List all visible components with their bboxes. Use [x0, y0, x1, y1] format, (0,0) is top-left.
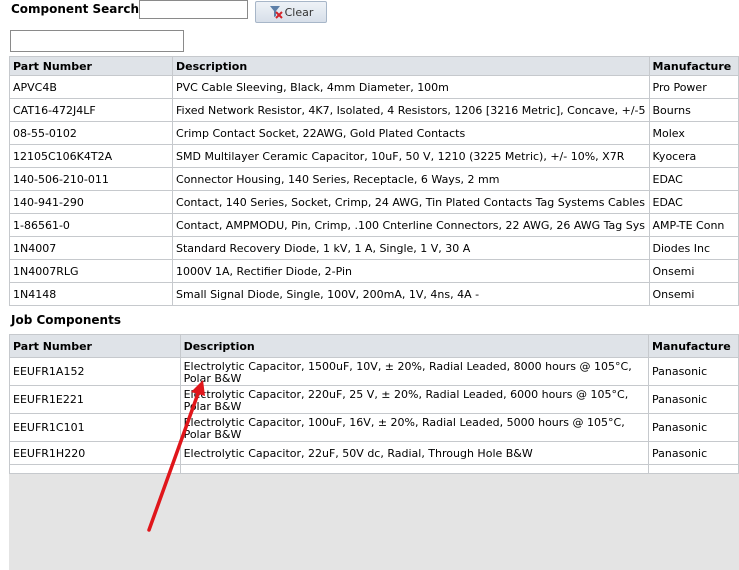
component-search-input[interactable] — [139, 0, 248, 19]
description-cell: Small Signal Diode, Single, 100V, 200mA,… — [172, 282, 650, 306]
table-row[interactable]: CAT16-472J4LF Fixed Network Resistor, 4K7… — [8, 98, 739, 122]
table-row[interactable]: 12105C106K4T2A SMD Multilayer Ceramic Cap… — [8, 144, 739, 168]
job-grid-empty-area — [9, 473, 739, 570]
part-number-cell: 1N4007RLG — [8, 259, 174, 283]
column-header-part-number[interactable]: Part Number — [8, 56, 174, 76]
manufacturer-cell: EDAC — [648, 167, 739, 191]
part-number-cell: 140-506-210-011 — [8, 167, 174, 191]
description-cell: Electrolytic Capacitor, 100uF, 16V, ± 20… — [179, 413, 650, 442]
filter-clear-icon — [269, 5, 283, 19]
manufacturer-cell: Panasonic — [648, 385, 739, 414]
column-header-manufacturer[interactable]: Manufacture — [648, 56, 739, 76]
table-row[interactable]: EEUFR1H220 Electrolytic Capacitor, 22uF, … — [9, 441, 739, 465]
part-number-cell: EEUFR1E221 — [9, 385, 181, 414]
part-number-cell: EEUFR1A152 — [9, 357, 181, 386]
description-cell: Connector Housing, 140 Series, Receptacl… — [172, 167, 650, 191]
description-cell: Standard Recovery Diode, 1 kV, 1 A, Sing… — [172, 236, 650, 260]
description-cell: Fixed Network Resistor, 4K7, Isolated, 4… — [172, 98, 650, 122]
table-row[interactable]: EEUFR1A152 Electrolytic Capacitor, 1500uF… — [9, 357, 739, 386]
manufacturer-cell: Onsemi — [648, 282, 739, 306]
manufacturer-cell: Onsemi — [648, 259, 739, 283]
manufacturer-cell: AMP-TE Conn — [648, 213, 739, 237]
component-grid-header: Part Number Description Manufacture — [8, 56, 739, 76]
table-row[interactable]: EEUFR1E221 Electrolytic Capacitor, 220uF,… — [9, 385, 739, 414]
manufacturer-cell: Molex — [648, 121, 739, 145]
description-cell: Electrolytic Capacitor, 22uF, 50V dc, Ra… — [179, 441, 650, 465]
table-row[interactable]: 1N4148 Small Signal Diode, Single, 100V, … — [8, 282, 739, 306]
manufacturer-cell: Pro Power — [648, 75, 739, 99]
part-number-cell: EEUFR1C101 — [9, 413, 181, 442]
job-grid-header: Part Number Description Manufacture — [9, 334, 739, 358]
column-header-description[interactable]: Description — [172, 56, 650, 76]
component-search-label: Component Search — [11, 2, 139, 16]
job-components-grid: Part Number Description Manufacture EEUF… — [9, 334, 739, 488]
part-number-cell: CAT16-472J4LF — [8, 98, 174, 122]
table-row[interactable]: 1N4007RLG 1000V 1A, Rectifier Diode, 2-Pi… — [8, 259, 739, 283]
manufacturer-cell: Panasonic — [648, 357, 739, 386]
table-row[interactable]: 08-55-0102 Crimp Contact Socket, 22AWG, G… — [8, 121, 739, 145]
description-cell: SMD Multilayer Ceramic Capacitor, 10uF, … — [172, 144, 650, 168]
clear-button-label: Clear — [284, 5, 314, 19]
part-number-cell: 08-55-0102 — [8, 121, 174, 145]
description-cell: Electrolytic Capacitor, 220uF, 25 V, ± 2… — [179, 385, 650, 414]
column-header-description[interactable]: Description — [179, 334, 650, 358]
description-cell: Contact, AMPMODU, Pin, Crimp, .100 Cnter… — [172, 213, 650, 237]
manufacturer-cell: Panasonic — [648, 413, 739, 442]
table-row[interactable]: 140-506-210-011 Connector Housing, 140 Se… — [8, 167, 739, 191]
component-grid: Part Number Description Manufacture APVC… — [8, 56, 739, 306]
column-header-part-number[interactable]: Part Number — [9, 334, 181, 358]
part-number-cell: 1-86561-0 — [8, 213, 174, 237]
job-components-title: Job Components — [11, 313, 121, 327]
table-row[interactable]: EEUFR1C101 Electrolytic Capacitor, 100uF,… — [9, 413, 739, 442]
manufacturer-cell: Diodes Inc — [648, 236, 739, 260]
part-number-cell: EEUFR1H220 — [9, 441, 181, 465]
manufacturer-cell: EDAC — [648, 190, 739, 214]
clear-button[interactable]: Clear — [255, 1, 327, 23]
part-number-cell: 12105C106K4T2A — [8, 144, 174, 168]
table-row[interactable]: 140-941-290 Contact, 140 Series, Socket, … — [8, 190, 739, 214]
description-cell: Crimp Contact Socket, 22AWG, Gold Plated… — [172, 121, 650, 145]
manufacturer-cell: Bourns — [648, 98, 739, 122]
manufacturer-cell: Panasonic — [648, 441, 739, 465]
table-row[interactable]: 1-86561-0 Contact, AMPMODU, Pin, Crimp, .… — [8, 213, 739, 237]
manufacturer-cell: Kyocera — [648, 144, 739, 168]
column-header-manufacturer[interactable]: Manufacture — [648, 334, 739, 358]
description-cell: 1000V 1A, Rectifier Diode, 2-Pin — [172, 259, 650, 283]
description-cell: Contact, 140 Series, Socket, Crimp, 24 A… — [172, 190, 650, 214]
description-cell: PVC Cable Sleeving, Black, 4mm Diameter,… — [172, 75, 650, 99]
part-number-cell: 1N4007 — [8, 236, 174, 260]
part-number-cell: 140-941-290 — [8, 190, 174, 214]
description-cell: Electrolytic Capacitor, 1500uF, 10V, ± 2… — [179, 357, 650, 386]
search-filter-input[interactable] — [10, 30, 184, 52]
part-number-cell: 1N4148 — [8, 282, 174, 306]
table-row[interactable]: 1N4007 Standard Recovery Diode, 1 kV, 1 A… — [8, 236, 739, 260]
part-number-cell: APVC4B — [8, 75, 174, 99]
table-row[interactable]: APVC4B PVC Cable Sleeving, Black, 4mm Dia… — [8, 75, 739, 99]
